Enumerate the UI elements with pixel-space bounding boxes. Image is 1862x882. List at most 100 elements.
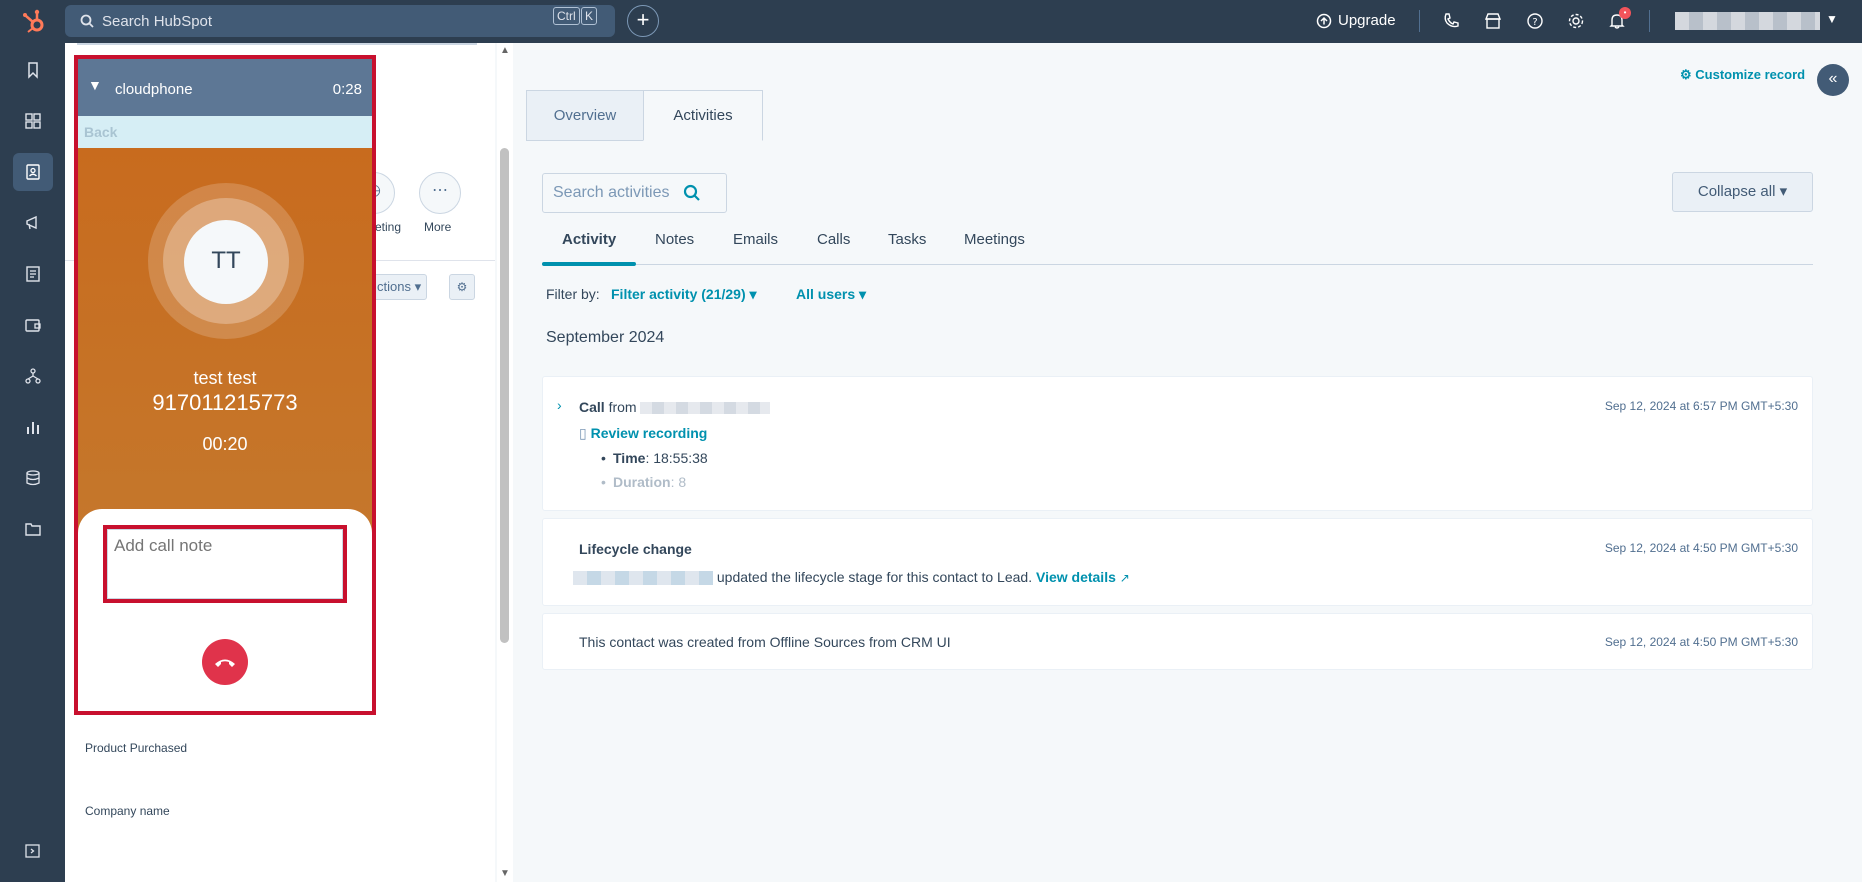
top-navigation-bar: Search HubSpot Ctrl K + Upgrade ? • ▼ (0, 0, 1862, 43)
filter-activity-dropdown[interactable]: Filter activity (21/29) ▾ (611, 286, 757, 303)
bookmarks-nav-item[interactable] (13, 51, 53, 89)
contact-avatar: TT (184, 220, 268, 304)
subtab-activity[interactable]: Activity (562, 231, 616, 248)
panel-settings-button[interactable]: ⚙ (449, 274, 475, 300)
marketplace-icon[interactable] (1484, 12, 1502, 30)
actions-dropdown[interactable]: ctions ▾ (370, 274, 427, 300)
chevron-down-icon[interactable]: ▼ (88, 77, 102, 93)
settings-icon[interactable] (1567, 12, 1585, 30)
automation-icon (25, 368, 41, 384)
marketing-nav-item[interactable] (13, 204, 53, 242)
external-link-icon: ↗ (1119, 571, 1130, 585)
customize-record-link[interactable]: ⚙ Customize record (1680, 67, 1805, 83)
expand-chevron-right-icon[interactable]: › (557, 397, 562, 413)
more-actions-label: More (424, 220, 452, 234)
view-details-link[interactable]: View details (1036, 569, 1116, 585)
lifecycle-text: updated the lifecycle stage for this con… (716, 569, 1033, 585)
subtab-emails[interactable]: Emails (733, 231, 778, 248)
shortcut-ctrl-key: Ctrl (553, 7, 580, 25)
activity-search-box (542, 173, 727, 213)
call-time-item: Time: 18:55:38 (601, 450, 708, 466)
subtab-calls[interactable]: Calls (817, 231, 850, 248)
record-panel-scrollbar[interactable]: ▲ ▼ (497, 43, 513, 882)
tab-overview[interactable]: Overview (526, 90, 644, 141)
call-duration: 00:20 (202, 434, 248, 454)
cloudphone-title: cloudphone (115, 81, 193, 98)
topbar-divider (1419, 10, 1420, 32)
subtab-meetings[interactable]: Meetings (964, 231, 1025, 248)
all-users-dropdown[interactable]: All users ▾ (796, 286, 866, 303)
lifecycle-timestamp: Sep 12, 2024 at 4:50 PM GMT+5:30 (1604, 541, 1798, 555)
marketing-icon (26, 215, 37, 230)
tab-overview-label: Overview (553, 107, 617, 124)
content-icon (26, 266, 40, 282)
call-note-box (103, 525, 347, 603)
scroll-down-icon[interactable]: ▼ (500, 868, 510, 879)
collapse-all-button[interactable]: Collapse all ▾ (1672, 172, 1813, 212)
svg-text:?: ? (1532, 17, 1537, 28)
lifecycle-description: updated the lifecycle stage for this con… (573, 569, 1130, 586)
contact-created-timestamp: Sep 12, 2024 at 4:50 PM GMT+5:30 (1604, 635, 1798, 649)
hang-up-phone-icon (215, 659, 235, 667)
back-button[interactable]: Back (78, 116, 372, 148)
tab-activities-label: Activities (673, 107, 733, 124)
scroll-up-icon[interactable]: ▲ (500, 45, 510, 56)
commerce-icon (25, 319, 41, 332)
caller-phone-number: 917011215773 (152, 390, 298, 415)
contacts-icon (26, 164, 40, 180)
expand-sidebar-button[interactable] (13, 832, 53, 870)
crm-nav-item[interactable] (13, 153, 53, 191)
call-activity-card[interactable]: › Call from Sep 12, 2024 at 6:57 PM GMT+… (542, 376, 1813, 511)
review-recording-link[interactable]: ▯ Review recording (579, 425, 707, 442)
active-subtab-indicator (542, 262, 636, 266)
collapse-all-label: Collapse all (1697, 183, 1776, 200)
meeting-action-label: eting (375, 220, 402, 234)
bookmark-icon (28, 62, 38, 79)
scrollbar-thumb[interactable] (500, 148, 509, 643)
panel-top-divider (77, 43, 477, 45)
data-icon (26, 470, 40, 486)
shortcut-k-key: K (581, 7, 598, 25)
account-chevron-down-icon[interactable]: ▼ (1826, 12, 1838, 26)
lifecycle-change-card[interactable]: Lifecycle change Sep 12, 2024 at 4:50 PM… (542, 518, 1813, 606)
record-sidebar: ⋯ More ◷ eting ctions ▾ ⚙ Product Purcha… (65, 43, 495, 882)
left-sidebar (0, 43, 65, 882)
phone-icon[interactable] (1442, 12, 1460, 30)
property-label-company-name: Company name (85, 804, 170, 818)
global-search-input[interactable]: Search HubSpot (65, 5, 615, 37)
search-icon[interactable] (683, 184, 701, 202)
commerce-nav-item[interactable] (13, 306, 53, 344)
create-new-button[interactable]: + (627, 5, 659, 37)
customize-record-label: Customize record (1695, 67, 1806, 82)
call-title: Call (579, 399, 605, 415)
redacted-caller (640, 402, 771, 415)
call-note-input[interactable] (107, 529, 343, 599)
expand-icon (25, 844, 40, 858)
reporting-nav-item[interactable] (13, 408, 53, 446)
help-icon[interactable]: ? (1526, 12, 1544, 30)
topbar-divider (1649, 10, 1650, 32)
subtab-notes[interactable]: Notes (655, 231, 694, 248)
contact-created-card: This contact was created from Offline So… (542, 613, 1813, 670)
search-activities-input[interactable] (553, 184, 683, 202)
hubspot-logo-icon[interactable] (20, 8, 48, 36)
account-menu[interactable] (1675, 12, 1820, 30)
automation-nav-item[interactable] (13, 357, 53, 395)
redacted-user (573, 571, 713, 586)
data-management-nav-item[interactable] (13, 459, 53, 497)
filter-by-label: Filter by: (546, 286, 600, 302)
call-duration-item: Duration: 8 (601, 474, 686, 490)
cloudphone-header[interactable]: ▼ cloudphone 0:28 (78, 59, 372, 116)
workspaces-nav-item[interactable] (13, 102, 53, 140)
library-nav-item[interactable] (13, 510, 53, 548)
more-actions-button[interactable]: ⋯ (419, 172, 461, 214)
upgrade-button[interactable]: Upgrade (1316, 12, 1396, 29)
call-controls (78, 509, 372, 711)
tab-activities[interactable]: Activities (643, 90, 763, 141)
hang-up-button[interactable] (202, 639, 248, 685)
collapse-right-sidebar-button[interactable]: « (1817, 64, 1849, 96)
subtab-tasks[interactable]: Tasks (888, 231, 926, 248)
cloudphone-timer: 0:28 (332, 81, 362, 98)
content-nav-item[interactable] (13, 255, 53, 293)
contact-created-text: This contact was created from Offline So… (579, 634, 951, 650)
